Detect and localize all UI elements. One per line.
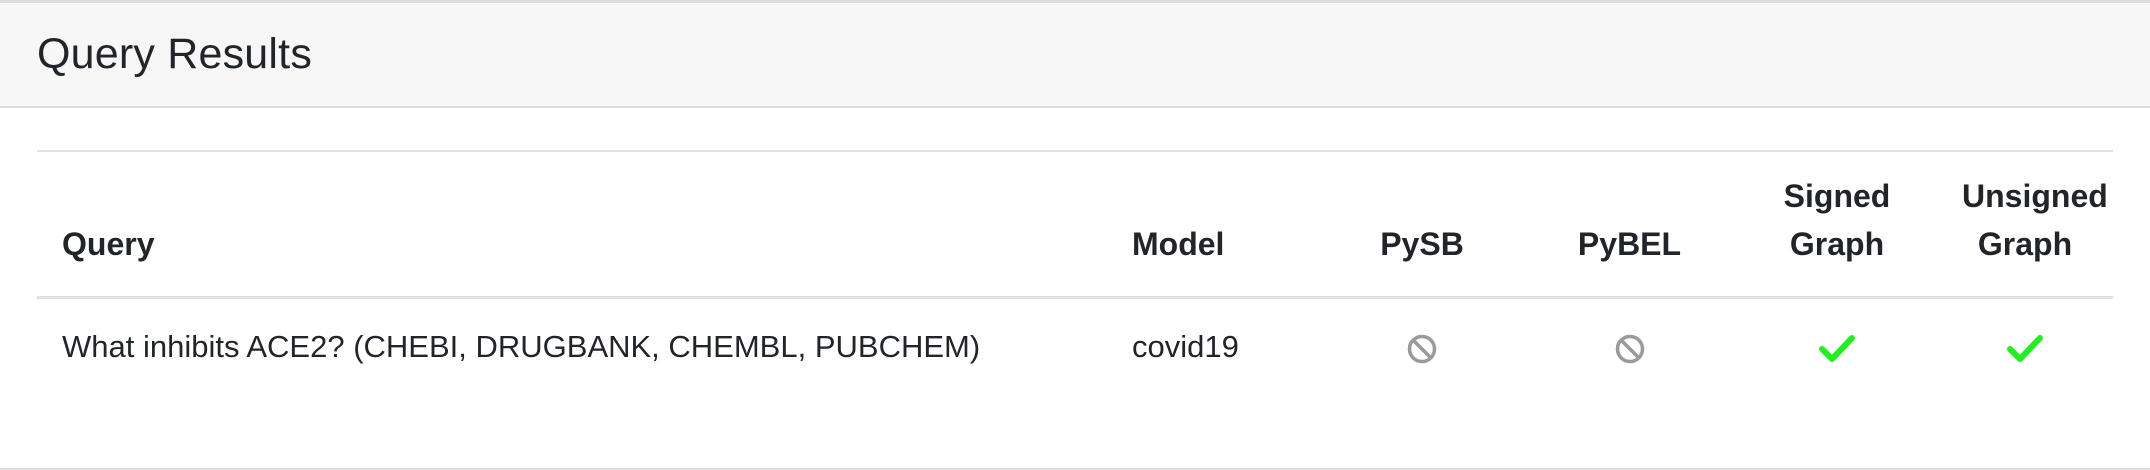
column-header-unsigned-graph-line1: Unsigned <box>1962 177 2108 214</box>
column-header-model-label: Model <box>1132 225 1225 262</box>
pysb-cell <box>1322 297 1522 395</box>
column-header-model: Model <box>1107 151 1322 297</box>
column-header-signed-graph-line1: Signed <box>1783 177 1891 214</box>
column-header-pybel-label: PyBEL <box>1577 225 1682 262</box>
column-header-pysb: PySB <box>1322 151 1522 297</box>
table-header-row: Query Model PySB PyBEL Signed Graph Unsig… <box>37 151 2113 297</box>
ban-icon <box>1406 333 1438 365</box>
model-cell: covid19 <box>1132 328 1239 364</box>
query-cell: What inhibits ACE2? (CHEBI, DRUGBANK, CH… <box>62 328 981 364</box>
column-header-pybel: PyBEL <box>1522 151 1737 297</box>
table-row: What inhibits ACE2? (CHEBI, DRUGBANK, CH… <box>37 297 2113 395</box>
signed-graph-cell <box>1737 297 1937 395</box>
column-header-pysb-label: PySB <box>1380 225 1464 262</box>
column-header-signed-graph-line2: Graph <box>1789 225 1885 262</box>
query-results-card: Query Results Query Model PySB PyBEL Sig… <box>0 0 2150 470</box>
results-table: Query Model PySB PyBEL Signed Graph Unsig… <box>37 150 2113 395</box>
column-header-unsigned-graph: Unsigned Graph <box>1937 151 2113 297</box>
column-header-query: Query <box>37 151 1107 297</box>
column-header-query-label: Query <box>62 225 155 262</box>
column-header-unsigned-graph-line2: Graph <box>1977 225 2073 262</box>
check-icon <box>1819 334 1855 364</box>
pybel-cell <box>1522 297 1737 395</box>
ban-icon <box>1614 333 1646 365</box>
check-icon <box>2007 334 2043 364</box>
column-header-signed-graph: Signed Graph <box>1737 151 1937 297</box>
unsigned-graph-cell <box>1937 297 2113 395</box>
page-title: Query Results <box>37 30 313 78</box>
card-header: Query Results <box>0 3 2150 108</box>
